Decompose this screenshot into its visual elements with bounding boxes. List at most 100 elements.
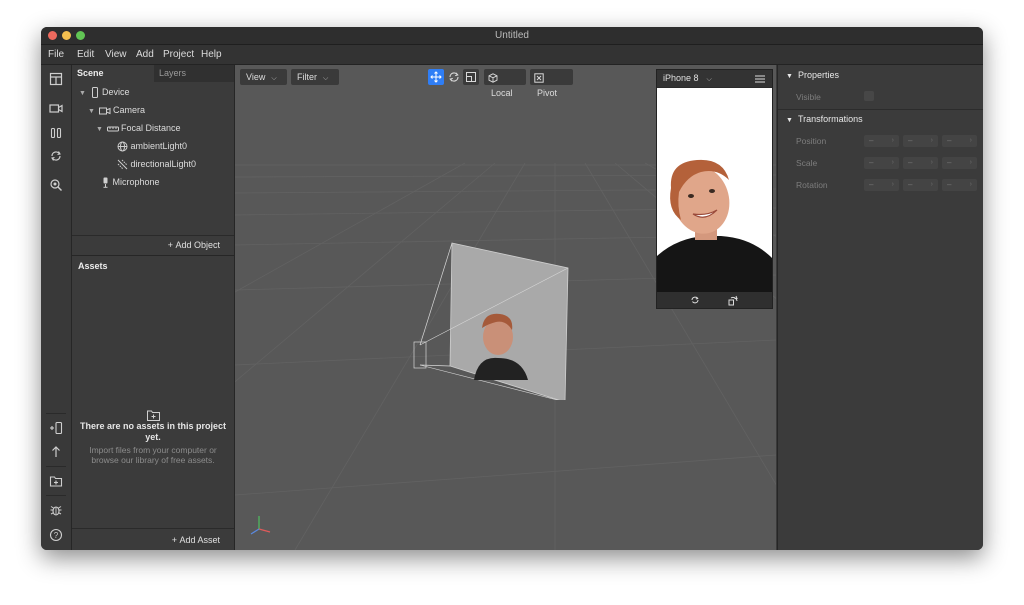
add-object-bar: + Add Object	[72, 235, 234, 256]
assets-title: Assets	[78, 261, 108, 271]
device-select[interactable]: iPhone 8 ⌵	[663, 70, 712, 88]
rotate-device-icon[interactable]	[727, 294, 739, 306]
visible-label: Visible	[796, 92, 821, 102]
rotation-y-field[interactable]: – ›	[903, 179, 938, 191]
chevron-down-icon: ⌵	[706, 76, 712, 83]
tree-item-label: directionalLight0	[130, 159, 197, 169]
camera-feed-image	[657, 88, 772, 292]
scale-y-field[interactable]: – ›	[903, 157, 938, 169]
layout-icon[interactable]	[49, 72, 63, 86]
visible-checkbox[interactable]	[864, 91, 874, 101]
scene-panel-tabs: Scene Layers	[72, 65, 234, 82]
local-space-button[interactable]: Local	[484, 69, 526, 98]
scale-tool-button[interactable]	[463, 69, 479, 85]
export-icon[interactable]	[49, 474, 63, 488]
tree-item-ambient-light[interactable]: ambientLight0	[117, 139, 187, 153]
add-asset-bar: + Add Asset	[72, 528, 234, 550]
scale-z-field[interactable]: – ›	[942, 157, 977, 169]
tree-item-focal-distance[interactable]: ▼ Focal Distance	[96, 121, 181, 135]
scene-viewport[interactable]: View ⌵ Filter ⌵ Local Pivot iPhone 8 ⌵	[235, 65, 776, 550]
menu-file[interactable]: File	[48, 49, 64, 60]
stepper-icon: ›	[930, 181, 933, 188]
simulator-header: iPhone 8 ⌵	[657, 70, 772, 87]
rotation-z-field[interactable]: – ›	[942, 179, 977, 191]
microphone-icon	[103, 177, 108, 188]
simulator-footer	[657, 292, 772, 308]
field-value: –	[869, 158, 874, 167]
transformations-section-title: Transformations	[797, 114, 863, 124]
stepper-icon: ›	[969, 159, 972, 166]
camera-icon[interactable]	[49, 101, 63, 115]
properties-section-title: Properties	[797, 70, 839, 80]
rotate-icon	[449, 72, 459, 82]
properties-panel: ▼ Properties Visible ▼ Transformations Pos…	[777, 65, 983, 550]
rotate-tool-button[interactable]	[446, 69, 462, 85]
menu-help[interactable]: Help	[201, 49, 222, 60]
caret-down-icon: ▼	[786, 73, 793, 80]
local-label: Local	[491, 88, 513, 98]
tab-scene[interactable]: Scene	[72, 65, 154, 82]
add-object-button[interactable]: + Add Object	[168, 240, 220, 250]
transformations-section-header[interactable]: ▼ Transformations	[786, 114, 863, 124]
field-value: –	[908, 180, 913, 189]
directional-light-icon	[117, 159, 128, 170]
tab-layers[interactable]: Layers	[154, 65, 234, 82]
move-icon	[430, 71, 442, 83]
rotation-x-field[interactable]: – ›	[864, 179, 899, 191]
app-window: Untitled File Edit View Add Project Help	[41, 27, 983, 550]
menu-view[interactable]: View	[105, 49, 127, 60]
scale-x-field[interactable]: – ›	[864, 157, 899, 169]
menu-project[interactable]: Project	[163, 49, 194, 60]
caret-down-icon[interactable]: ▼	[79, 87, 87, 101]
tree-item-camera[interactable]: ▼ Camera	[88, 103, 145, 117]
bug-icon[interactable]	[49, 503, 63, 517]
empty-assets-subtitle: Import files from your computer or brows…	[89, 445, 217, 465]
filter-dropdown[interactable]: Filter ⌵	[291, 69, 339, 85]
tree-item-directional-light[interactable]: directionalLight0	[117, 157, 196, 171]
position-z-field[interactable]: – ›	[942, 135, 977, 147]
add-asset-label: Add Asset	[179, 535, 220, 545]
view-dropdown[interactable]: View ⌵	[240, 69, 287, 85]
filter-dropdown-label: Filter	[297, 72, 317, 82]
pivot-icon	[534, 72, 544, 83]
caret-down-icon: ▼	[786, 117, 793, 124]
stepper-icon: ›	[969, 181, 972, 188]
position-y-field[interactable]: – ›	[903, 135, 938, 147]
view-dropdown-label: View	[246, 72, 266, 82]
pause-icon[interactable]	[49, 126, 63, 140]
field-value: –	[869, 180, 874, 189]
simulator-screen	[657, 88, 772, 292]
flip-camera-icon[interactable]	[689, 294, 701, 306]
empty-assets-title: There are no assets in this project yet.	[79, 421, 227, 442]
focal-distance-icon	[106, 126, 119, 132]
caret-down-icon[interactable]: ▼	[88, 105, 96, 119]
tree-item-label: Camera	[113, 105, 146, 115]
scene-camera-plane[interactable]	[410, 240, 610, 400]
zoom-icon[interactable]	[49, 178, 63, 192]
tree-item-label: ambientLight0	[130, 141, 188, 151]
move-tool-button[interactable]	[428, 69, 444, 85]
menu-icon[interactable]	[755, 75, 765, 83]
chevron-down-icon: ⌵	[271, 75, 277, 82]
window-title: Untitled	[495, 30, 529, 41]
position-x-field[interactable]: – ›	[864, 135, 899, 147]
properties-section-header[interactable]: ▼ Properties	[786, 70, 839, 80]
axis-gizmo-icon	[250, 516, 271, 535]
menu-add[interactable]: Add	[136, 49, 154, 60]
refresh-icon[interactable]	[49, 149, 63, 163]
pivot-button[interactable]: Pivot	[530, 69, 573, 98]
upload-icon[interactable]	[49, 445, 63, 459]
pivot-label: Pivot	[537, 88, 558, 98]
add-asset-button[interactable]: + Add Asset	[172, 535, 220, 545]
add-object-label: Add Object	[175, 240, 220, 250]
menu-edit[interactable]: Edit	[77, 49, 94, 60]
add-device-icon[interactable]	[49, 421, 63, 435]
scene-panel: Scene Layers ▼ Device ▼ Camera ▼ Focal D…	[72, 65, 235, 550]
help-icon[interactable]: ?	[49, 528, 63, 542]
tree-item-label: Device	[102, 87, 130, 97]
caret-down-icon[interactable]: ▼	[96, 123, 104, 137]
stepper-icon: ›	[891, 181, 894, 188]
device-select-label: iPhone 8	[663, 73, 699, 83]
tree-item-microphone[interactable]: Microphone	[101, 175, 160, 189]
tree-item-device[interactable]: ▼ Device	[79, 85, 130, 99]
